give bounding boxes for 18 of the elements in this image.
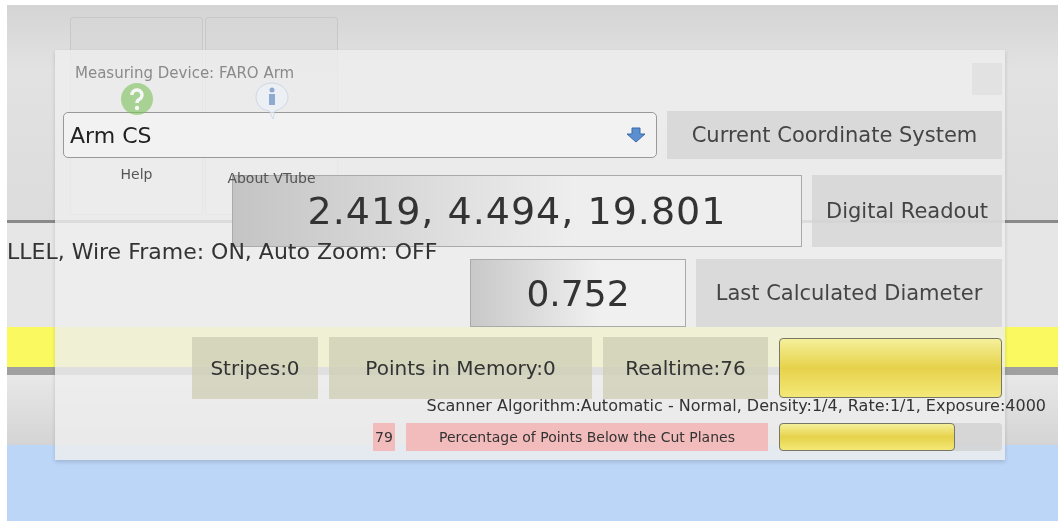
dialog-title: Measuring Device: FARO Arm — [75, 64, 295, 82]
counter-label: Stripes:0 — [192, 337, 318, 399]
view-status-text: LLEL, Wire Frame: ON, Auto Zoom: OFF — [7, 239, 438, 264]
coordinate-system-label: Current Coordinate System — [667, 111, 1002, 159]
digital-readout-label: Digital Readout — [812, 175, 1002, 247]
info-icon — [254, 82, 289, 120]
counter-label: Realtime:76 — [603, 337, 768, 399]
cut-plane-label: Percentage of Points Below the Cut Planes — [406, 423, 768, 451]
diameter-label: Last Calculated Diameter — [696, 259, 1002, 327]
cut-plane-percentage: 79 — [373, 423, 395, 451]
help-icon — [119, 82, 154, 116]
diameter-value: 0.752 — [470, 259, 686, 327]
down-arrow-icon — [626, 127, 646, 143]
scanner-status-text: Scanner Algorithm:Automatic - Normal, Density:1/4, Rate:1/1, Exposure:4000 — [426, 397, 1046, 415]
coordinate-system-dropdown[interactable]: Arm CS — [63, 112, 657, 158]
counter-label: Points in Memory:0 — [329, 337, 592, 399]
about-button[interactable]: About VTube — [227, 170, 316, 186]
help-button[interactable]: Help — [120, 166, 153, 182]
